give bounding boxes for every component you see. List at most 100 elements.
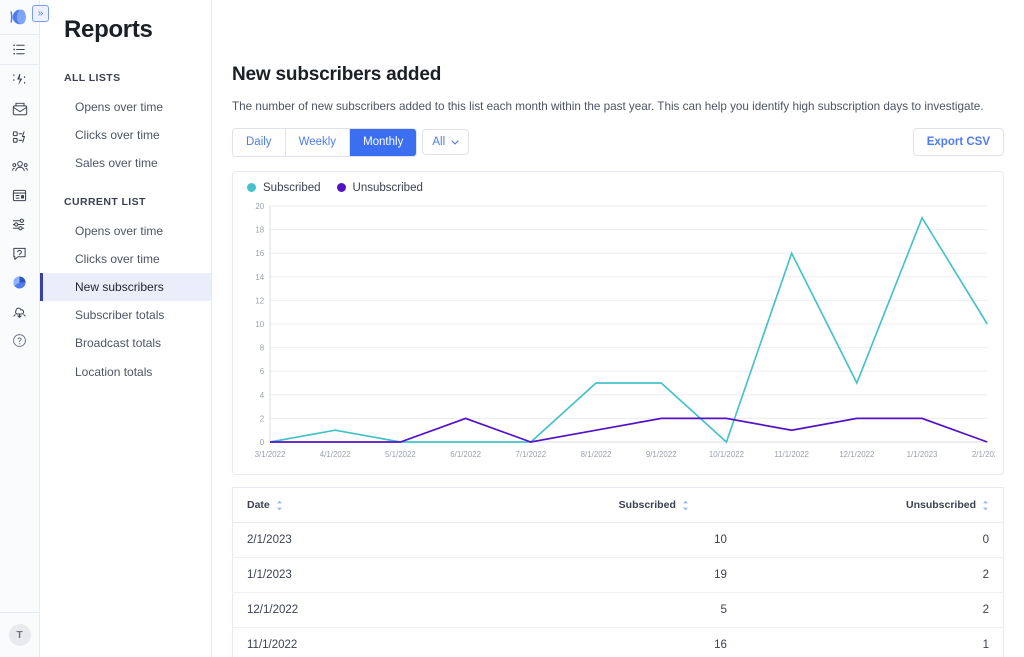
y-axis-tick-label: 4 (260, 391, 265, 400)
expand-sidebar-button[interactable]: » (32, 5, 49, 22)
sidebar-item-sales-over-time[interactable]: Sales over time (40, 149, 211, 177)
sort-icon-date[interactable] (276, 500, 283, 511)
sidebar-item-clicks-over-time[interactable]: Clicks over time (40, 121, 211, 149)
report-title: New subscribers added (232, 64, 442, 85)
chart-legend: Subscribed Unsubscribed (241, 182, 995, 198)
user-avatar-area[interactable]: T (0, 612, 39, 657)
legend-item-unsubscribed[interactable]: Unsubscribed (336, 181, 423, 194)
y-axis-tick-label: 12 (255, 296, 264, 305)
cell-unsubscribed: 2 (740, 592, 1004, 628)
broadcasts-icon[interactable] (0, 94, 40, 123)
sidebar-item-clicks-over-time-current[interactable]: Clicks over time (40, 245, 211, 273)
segments-icon[interactable] (0, 210, 40, 239)
column-header-date[interactable]: Date (232, 487, 421, 523)
line-chart[interactable]: 0 2 4 6 8 10 12 14 16 18 20 3/1/2022 4/1/2022 5/1/202… (241, 198, 995, 468)
lists-icon[interactable] (0, 35, 40, 64)
x-axis-tick-label: 7/1/2022 (515, 450, 546, 459)
forms-icon[interactable] (0, 181, 40, 210)
sidebar-item-subscriber-totals[interactable]: Subscriber totals (40, 301, 211, 329)
tab-monthly[interactable]: Monthly (350, 129, 417, 156)
sidebar-item-opens-over-time[interactable]: Opens over time (40, 93, 211, 121)
y-axis-tick-label: 10 (255, 320, 264, 329)
nav-group-label: ALL LISTS (64, 72, 121, 84)
x-axis-tick-label: 4/1/2022 (320, 450, 351, 459)
column-header-unsubscribed[interactable]: Unsubscribed (740, 487, 1004, 523)
cell-date: 11/1/2022 (232, 627, 421, 657)
x-axis-tick-label: 8/1/2022 (581, 450, 612, 459)
tab-weekly[interactable]: Weekly (285, 129, 351, 156)
y-axis-tick-label: 6 (260, 367, 265, 376)
sidebar-item-new-subscribers[interactable]: New subscribers (40, 272, 211, 302)
cell-unsubscribed: 2 (740, 557, 1004, 593)
x-axis-tick-label: 2/1/2023 (972, 450, 995, 459)
legend-dot-subscribed (247, 183, 256, 193)
table-header-row: Date Subscribed Unsubscribed (232, 487, 1004, 523)
y-axis-tick-label: 16 (255, 249, 264, 258)
cell-date: 12/1/2022 (232, 592, 421, 628)
y-axis-tick-label: 2 (260, 414, 265, 423)
tab-daily[interactable]: Daily (233, 129, 286, 156)
column-header-unsubscribed-label: Unsubscribed (905, 498, 976, 511)
nav-group-current-list: CURRENT LIST Opens over time Clicks over… (40, 196, 211, 386)
legend-item-subscribed[interactable]: Subscribed (247, 182, 321, 194)
help-icon[interactable] (0, 326, 40, 355)
line-chart-svg[interactable]: 0 2 4 6 8 10 12 14 16 18 20 3/1/2022 4/1/2022 5/1/202… (241, 198, 995, 468)
table-body: 2/1/2023 10 0 1/1/2023 19 2 12/1/2022 5 2 11/1/20… (232, 522, 1004, 657)
sidebar-item-opens-over-time-current[interactable]: Opens over time (40, 217, 211, 245)
cell-subscribed: 5 (420, 592, 741, 628)
range-dropdown[interactable]: All (422, 129, 470, 156)
report-description: The number of new subscribers added to t… (232, 100, 984, 113)
x-axis-tick-label: 5/1/2022 (385, 450, 416, 459)
column-header-subscribed[interactable]: Subscribed (420, 487, 741, 523)
rail-logo-area: » (0, 0, 49, 34)
integrations-icon[interactable] (0, 297, 40, 326)
x-axis-tick-label: 11/1/2022 (774, 450, 809, 459)
table-head: Date Subscribed Unsubscribed (232, 487, 1004, 523)
sort-icon-subscribed[interactable] (682, 500, 689, 511)
column-header-subscribed-label: Subscribed (618, 498, 676, 511)
legend-label-unsubscribed: Unsubscribed (352, 181, 423, 194)
table-row[interactable]: 1/1/2023 19 2 (232, 557, 1004, 593)
column-header-date-label: Date (247, 498, 270, 511)
reports-icon[interactable] (0, 268, 40, 297)
x-axis-tick-label: 6/1/2022 (450, 450, 481, 459)
report-toolbar: Daily Weekly Monthly All Export CSV (232, 128, 1004, 157)
sort-icon-unsubscribed[interactable] (982, 500, 989, 511)
x-axis-tick-label: 9/1/2022 (646, 450, 677, 459)
legend-dot-unsubscribed (336, 183, 346, 193)
x-axis-tick-label: 3/1/2022 (255, 450, 286, 459)
table-row[interactable]: 11/1/2022 16 1 (232, 627, 1004, 657)
sequences-icon[interactable] (0, 123, 40, 152)
avatar[interactable]: T (8, 624, 31, 646)
granularity-segmented-control: Daily Weekly Monthly (232, 128, 418, 157)
chart-card: Subscribed Unsubscribed 0 2 4 6 8 10 12 14 16 18 2… (232, 170, 1004, 475)
y-axis-tick-label: 0 (260, 438, 265, 447)
y-axis-tick-label: 8 (260, 343, 265, 352)
cell-subscribed: 19 (420, 557, 741, 593)
reports-sidebar: Reports ALL LISTS Opens over time Clicks… (40, 0, 212, 657)
y-axis-tick-label: 20 (255, 202, 264, 211)
x-axis-tick-label: 1/1/2023 (907, 450, 938, 459)
subscribers-icon[interactable] (0, 152, 40, 181)
table-row[interactable]: 12/1/2022 5 2 (232, 592, 1004, 628)
table-row[interactable]: 2/1/2023 10 0 (232, 522, 1004, 558)
cell-subscribed: 16 (420, 627, 741, 657)
cell-subscribed: 10 (420, 522, 741, 558)
cell-unsubscribed: 1 (740, 627, 1004, 657)
export-csv-button[interactable]: Export CSV (912, 128, 1004, 157)
sidebar-item-broadcast-totals[interactable]: Broadcast totals (40, 329, 211, 357)
cell-date: 2/1/2023 (232, 522, 421, 558)
x-axis-tick-label: 10/1/2022 (709, 450, 745, 459)
cell-date: 1/1/2023 (232, 557, 421, 593)
nav-group-label: CURRENT LIST (64, 195, 146, 208)
series-line-subscribed[interactable] (269, 215, 988, 444)
feedback-icon[interactable] (0, 239, 40, 268)
nav-group-all-lists: ALL LISTS Opens over time Clicks over ti… (40, 72, 211, 178)
legend-label-subscribed: Subscribed (263, 181, 321, 194)
automations-icon[interactable] (0, 65, 40, 94)
sidebar-item-location-totals[interactable]: Location totals (40, 358, 211, 386)
chevron-down-icon (451, 138, 459, 147)
y-axis-tick-label: 18 (255, 225, 264, 234)
app-logo[interactable] (9, 6, 31, 28)
report-data-table: Date Subscribed Unsubscribed 2/1/2023 10 0… (232, 486, 1004, 657)
